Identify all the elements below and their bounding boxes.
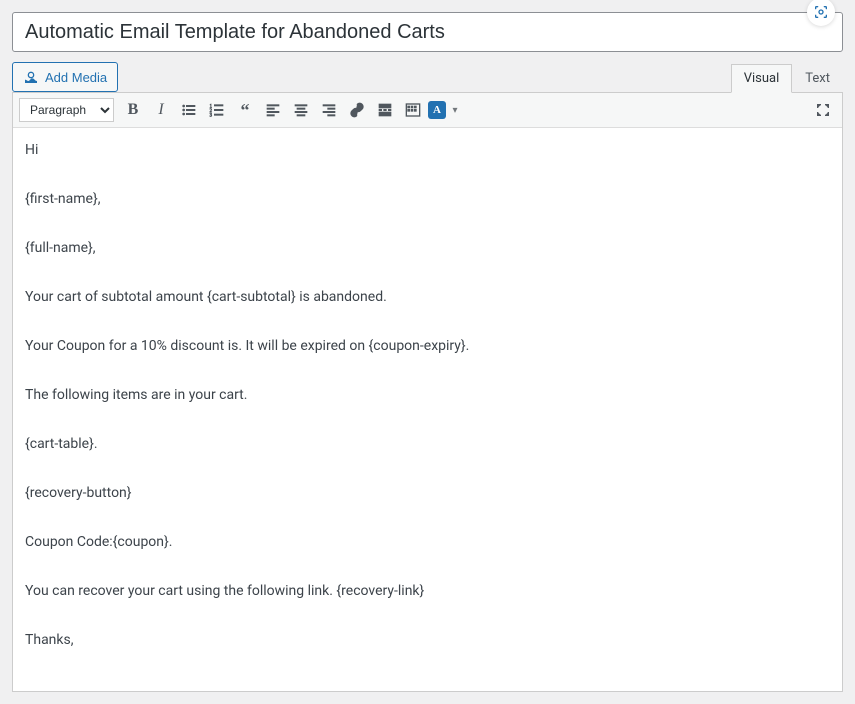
letter-a-icon: A: [428, 101, 446, 119]
italic-button[interactable]: I: [148, 97, 174, 123]
align-left-button[interactable]: [260, 97, 286, 123]
content-line: Hi: [25, 140, 830, 161]
content-line: You can recover your cart using the foll…: [25, 581, 830, 602]
blockquote-button[interactable]: “: [232, 97, 258, 123]
content-line: Your Coupon for a 10% discount is. It wi…: [25, 336, 830, 357]
bold-button[interactable]: B: [120, 97, 146, 123]
editor-tabs: Visual Text: [731, 64, 843, 93]
content-line: Thanks,: [25, 630, 830, 651]
editor-content[interactable]: Hi {first-name}, {full-name}, Your cart …: [13, 128, 842, 691]
content-line: {recovery-button}: [25, 483, 830, 504]
link-button[interactable]: [344, 97, 370, 123]
spellcheck-button[interactable]: A: [428, 97, 446, 123]
content-line: The following items are in your cart.: [25, 385, 830, 406]
tab-visual[interactable]: Visual: [731, 64, 793, 93]
editor-toolbar: Paragraph B I 123 “ A ▾: [13, 93, 842, 128]
numbered-list-button[interactable]: 123: [204, 97, 230, 123]
scan-icon: [813, 4, 829, 20]
toolbar-toggle-button[interactable]: [400, 97, 426, 123]
content-line: {cart-table}.: [25, 434, 830, 455]
fullscreen-button[interactable]: [810, 97, 836, 123]
media-icon: [23, 70, 39, 84]
dropdown-caret[interactable]: ▾: [448, 105, 462, 116]
content-line: Your cart of subtotal amount {cart-subto…: [25, 287, 830, 308]
tab-text[interactable]: Text: [792, 64, 843, 93]
content-line: Coupon Code:{coupon}.: [25, 532, 830, 553]
align-center-button[interactable]: [288, 97, 314, 123]
read-more-button[interactable]: [372, 97, 398, 123]
format-select[interactable]: Paragraph: [19, 98, 114, 122]
svg-text:3: 3: [210, 114, 213, 118]
content-line: {first-name},: [25, 189, 830, 210]
add-media-button[interactable]: Add Media: [12, 62, 118, 92]
content-line: {full-name},: [25, 238, 830, 259]
align-right-button[interactable]: [316, 97, 342, 123]
editor-container: Paragraph B I 123 “ A ▾: [12, 92, 843, 692]
bulleted-list-button[interactable]: [176, 97, 202, 123]
post-title-input[interactable]: [12, 12, 843, 52]
add-media-label: Add Media: [45, 70, 107, 85]
